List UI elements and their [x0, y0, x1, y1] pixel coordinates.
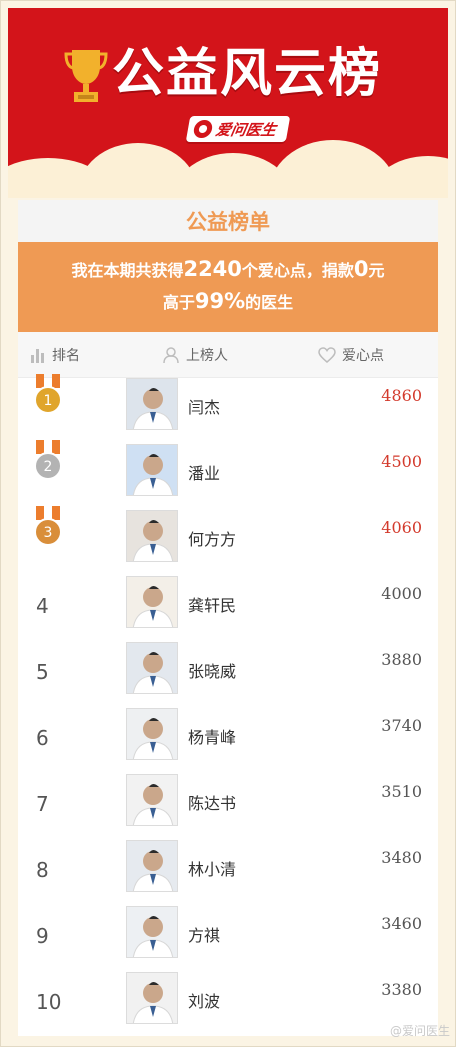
brand-label: 爱问医生: [214, 120, 278, 139]
doctor-name[interactable]: 闫杰: [188, 394, 220, 418]
summary-line-1: 我在本期共获得2240个爱心点，捐款0元: [18, 254, 438, 286]
summary-prefix: 我在本期共获得: [71, 261, 184, 280]
ranking-row[interactable]: 6 杨青峰 3740: [18, 708, 438, 774]
ranking-row[interactable]: 1 闫杰 4860: [18, 374, 438, 444]
doctor-name[interactable]: 陈达书: [188, 790, 236, 814]
ranking-row[interactable]: 2 潘业 4500: [18, 440, 438, 510]
doctor-name[interactable]: 方祺: [188, 922, 220, 946]
avatar[interactable]: [126, 840, 178, 892]
doctor-name[interactable]: 张晓威: [188, 658, 236, 682]
column-person: 上榜人: [162, 332, 228, 378]
ranking-row[interactable]: 7 陈达书 3510: [18, 774, 438, 840]
column-header: 排名 上榜人 爱心点: [18, 332, 438, 378]
bar-chart-icon: [31, 349, 44, 363]
love-points: 3740: [381, 716, 422, 735]
doctor-portrait-icon: [132, 388, 174, 429]
ranking-heading: 公益榜单: [18, 200, 438, 242]
summary-donation: 0: [353, 257, 369, 281]
doctor-name[interactable]: 杨青峰: [188, 724, 236, 748]
person-icon: [163, 347, 179, 364]
rank-number: 9: [36, 924, 49, 948]
watermark: @爱问医生: [389, 1024, 450, 1038]
love-points: 3480: [381, 848, 422, 867]
brand-badge: 爱问医生: [185, 116, 291, 142]
trophy-icon: [64, 50, 108, 102]
ranking-heading-label: 公益榜单: [186, 210, 270, 234]
summary-line-2: 高于99%的医生: [18, 286, 438, 318]
ranking-row[interactable]: 8 林小清 3480: [18, 840, 438, 906]
avatar[interactable]: [126, 642, 178, 694]
doctor-portrait-icon: [132, 982, 174, 1023]
love-points: 4000: [381, 584, 422, 603]
doctor-name[interactable]: 潘业: [188, 460, 220, 484]
rank-number: 10: [36, 990, 62, 1014]
avatar[interactable]: [126, 906, 178, 958]
rank-number: 4: [36, 594, 49, 618]
love-points: 3380: [381, 980, 422, 999]
column-rank: 排名: [30, 332, 80, 378]
avatar[interactable]: [126, 972, 178, 1024]
doctor-portrait-icon: [132, 652, 174, 693]
rank-number: 7: [36, 792, 49, 816]
brand-logo-icon: [192, 120, 214, 138]
medal-rank-number: 1: [44, 393, 53, 409]
doctor-portrait-icon: [132, 586, 174, 627]
column-points: 爱心点: [318, 332, 384, 378]
summary-middle: 个爱心点，捐款: [241, 261, 354, 280]
love-points: 3510: [381, 782, 422, 801]
medal-rank-number: 2: [44, 459, 53, 475]
love-points: 3880: [381, 650, 422, 669]
ranking-row[interactable]: 4 龚轩民 4000: [18, 576, 438, 642]
user-summary: 我在本期共获得2240个爱心点，捐款0元 高于99%的医生: [18, 242, 438, 332]
ranking-row[interactable]: 5 张晓威 3880: [18, 642, 438, 708]
medal-icon: 1: [34, 374, 62, 414]
doctor-portrait-icon: [132, 784, 174, 825]
ranking-card: 公益榜单 我在本期共获得2240个爱心点，捐款0元 高于99%的医生 排名 上榜…: [18, 200, 438, 1036]
medal-rank-number: 3: [44, 525, 53, 541]
rank-number: 5: [36, 660, 49, 684]
ranking-row[interactable]: 9 方祺 3460: [18, 906, 438, 972]
column-rank-label: 排名: [52, 348, 80, 364]
doctor-portrait-icon: [132, 718, 174, 759]
avatar[interactable]: [126, 510, 178, 562]
doctor-name[interactable]: 林小清: [188, 856, 236, 880]
rank-number: 8: [36, 858, 49, 882]
avatar[interactable]: [126, 576, 178, 628]
love-points: 4060: [381, 518, 422, 537]
love-points: 4500: [381, 452, 422, 471]
page-title: 公益风云榜: [112, 44, 383, 104]
summary-line2-prefix: 高于: [162, 293, 195, 312]
summary-suffix: 元: [368, 261, 385, 280]
doctor-portrait-icon: [132, 916, 174, 957]
doctor-portrait-icon: [132, 850, 174, 891]
summary-line2-suffix: 的医生: [245, 293, 294, 312]
column-person-label: 上榜人: [186, 348, 228, 364]
medal-icon: 2: [34, 440, 62, 480]
love-points: 3460: [381, 914, 422, 933]
avatar[interactable]: [126, 378, 178, 430]
ranking-row[interactable]: 3 何方方 4060: [18, 506, 438, 576]
ranking-row[interactable]: 10 刘波 3380: [18, 972, 438, 1038]
avatar[interactable]: [126, 774, 178, 826]
header-banner: 公益风云榜 爱问医生: [8, 8, 448, 198]
avatar[interactable]: [126, 444, 178, 496]
heart-icon: [318, 347, 336, 363]
summary-percent: 99%: [194, 289, 246, 313]
doctor-name[interactable]: 龚轩民: [188, 592, 236, 616]
ranking-list: 1 闫杰 4860 2 潘业 4500 3 何方方 4060 4 龚轩民 4000 5 张晓威 3880 6 杨…: [18, 374, 438, 1038]
doctor-portrait-icon: [132, 454, 174, 495]
doctor-name[interactable]: 刘波: [188, 988, 220, 1012]
love-points: 4860: [381, 386, 422, 405]
doctor-portrait-icon: [132, 520, 174, 561]
avatar[interactable]: [126, 708, 178, 760]
medal-icon: 3: [34, 506, 62, 546]
column-points-label: 爱心点: [342, 348, 384, 364]
summary-points: 2240: [183, 257, 242, 281]
doctor-name[interactable]: 何方方: [188, 526, 236, 550]
rank-number: 6: [36, 726, 49, 750]
